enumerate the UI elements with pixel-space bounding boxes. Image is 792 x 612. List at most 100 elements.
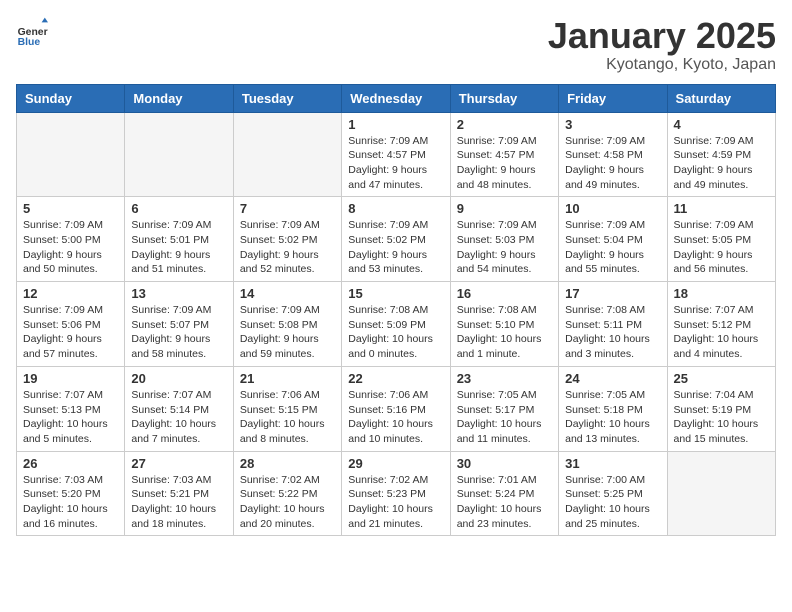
weekday-header-thursday: Thursday: [450, 84, 558, 112]
empty-cell: [667, 451, 775, 536]
day-number: 4: [674, 117, 769, 132]
weekday-header-sunday: Sunday: [17, 84, 125, 112]
day-number: 14: [240, 286, 335, 301]
weekday-header-monday: Monday: [125, 84, 233, 112]
calendar-day-cell: 3 Sunrise: 7:09 AMSunset: 4:58 PMDayligh…: [559, 112, 667, 197]
day-number: 25: [674, 371, 769, 386]
day-info: Sunrise: 7:08 AMSunset: 5:10 PMDaylight:…: [457, 303, 552, 362]
day-number: 28: [240, 456, 335, 471]
calendar-day-cell: 2 Sunrise: 7:09 AMSunset: 4:57 PMDayligh…: [450, 112, 558, 197]
day-info: Sunrise: 7:09 AMSunset: 4:57 PMDaylight:…: [348, 134, 443, 193]
day-number: 26: [23, 456, 118, 471]
day-info: Sunrise: 7:01 AMSunset: 5:24 PMDaylight:…: [457, 473, 552, 532]
day-info: Sunrise: 7:00 AMSunset: 5:25 PMDaylight:…: [565, 473, 660, 532]
calendar-day-cell: 31 Sunrise: 7:00 AMSunset: 5:25 PMDaylig…: [559, 451, 667, 536]
day-number: 17: [565, 286, 660, 301]
logo-icon: General Blue: [16, 16, 48, 48]
day-number: 6: [131, 201, 226, 216]
calendar-day-cell: 21 Sunrise: 7:06 AMSunset: 5:15 PMDaylig…: [233, 366, 341, 451]
day-number: 24: [565, 371, 660, 386]
calendar-day-cell: 19 Sunrise: 7:07 AMSunset: 5:13 PMDaylig…: [17, 366, 125, 451]
day-number: 18: [674, 286, 769, 301]
page-header: General Blue January 2025 Kyotango, Kyot…: [16, 16, 776, 74]
calendar-day-cell: 16 Sunrise: 7:08 AMSunset: 5:10 PMDaylig…: [450, 282, 558, 367]
calendar-day-cell: 1 Sunrise: 7:09 AMSunset: 4:57 PMDayligh…: [342, 112, 450, 197]
day-info: Sunrise: 7:09 AMSunset: 4:58 PMDaylight:…: [565, 134, 660, 193]
calendar-day-cell: 14 Sunrise: 7:09 AMSunset: 5:08 PMDaylig…: [233, 282, 341, 367]
day-info: Sunrise: 7:04 AMSunset: 5:19 PMDaylight:…: [674, 388, 769, 447]
day-info: Sunrise: 7:09 AMSunset: 4:57 PMDaylight:…: [457, 134, 552, 193]
day-info: Sunrise: 7:09 AMSunset: 5:08 PMDaylight:…: [240, 303, 335, 362]
calendar-day-cell: 12 Sunrise: 7:09 AMSunset: 5:06 PMDaylig…: [17, 282, 125, 367]
day-info: Sunrise: 7:09 AMSunset: 5:01 PMDaylight:…: [131, 218, 226, 277]
day-number: 2: [457, 117, 552, 132]
calendar-day-cell: 9 Sunrise: 7:09 AMSunset: 5:03 PMDayligh…: [450, 197, 558, 282]
day-number: 30: [457, 456, 552, 471]
calendar-day-cell: 11 Sunrise: 7:09 AMSunset: 5:05 PMDaylig…: [667, 197, 775, 282]
calendar-week-row: 26 Sunrise: 7:03 AMSunset: 5:20 PMDaylig…: [17, 451, 776, 536]
day-info: Sunrise: 7:06 AMSunset: 5:15 PMDaylight:…: [240, 388, 335, 447]
calendar-day-cell: 24 Sunrise: 7:05 AMSunset: 5:18 PMDaylig…: [559, 366, 667, 451]
calendar-day-cell: 27 Sunrise: 7:03 AMSunset: 5:21 PMDaylig…: [125, 451, 233, 536]
calendar-day-cell: 10 Sunrise: 7:09 AMSunset: 5:04 PMDaylig…: [559, 197, 667, 282]
calendar-week-row: 5 Sunrise: 7:09 AMSunset: 5:00 PMDayligh…: [17, 197, 776, 282]
weekday-header-wednesday: Wednesday: [342, 84, 450, 112]
weekday-header-row: SundayMondayTuesdayWednesdayThursdayFrid…: [17, 84, 776, 112]
day-number: 27: [131, 456, 226, 471]
empty-cell: [125, 112, 233, 197]
calendar-title: January 2025: [548, 16, 776, 56]
title-section: January 2025 Kyotango, Kyoto, Japan: [548, 16, 776, 74]
day-number: 12: [23, 286, 118, 301]
calendar-day-cell: 5 Sunrise: 7:09 AMSunset: 5:00 PMDayligh…: [17, 197, 125, 282]
calendar-day-cell: 28 Sunrise: 7:02 AMSunset: 5:22 PMDaylig…: [233, 451, 341, 536]
day-number: 22: [348, 371, 443, 386]
day-number: 8: [348, 201, 443, 216]
day-number: 16: [457, 286, 552, 301]
day-number: 1: [348, 117, 443, 132]
svg-text:Blue: Blue: [18, 37, 41, 48]
day-info: Sunrise: 7:09 AMSunset: 5:05 PMDaylight:…: [674, 218, 769, 277]
calendar-day-cell: 4 Sunrise: 7:09 AMSunset: 4:59 PMDayligh…: [667, 112, 775, 197]
day-info: Sunrise: 7:03 AMSunset: 5:21 PMDaylight:…: [131, 473, 226, 532]
day-info: Sunrise: 7:07 AMSunset: 5:12 PMDaylight:…: [674, 303, 769, 362]
day-info: Sunrise: 7:05 AMSunset: 5:18 PMDaylight:…: [565, 388, 660, 447]
day-info: Sunrise: 7:09 AMSunset: 5:02 PMDaylight:…: [348, 218, 443, 277]
calendar-day-cell: 30 Sunrise: 7:01 AMSunset: 5:24 PMDaylig…: [450, 451, 558, 536]
day-info: Sunrise: 7:07 AMSunset: 5:13 PMDaylight:…: [23, 388, 118, 447]
calendar-subtitle: Kyotango, Kyoto, Japan: [548, 56, 776, 74]
calendar-day-cell: 7 Sunrise: 7:09 AMSunset: 5:02 PMDayligh…: [233, 197, 341, 282]
day-info: Sunrise: 7:09 AMSunset: 4:59 PMDaylight:…: [674, 134, 769, 193]
day-info: Sunrise: 7:08 AMSunset: 5:11 PMDaylight:…: [565, 303, 660, 362]
day-info: Sunrise: 7:02 AMSunset: 5:23 PMDaylight:…: [348, 473, 443, 532]
day-info: Sunrise: 7:09 AMSunset: 5:03 PMDaylight:…: [457, 218, 552, 277]
empty-cell: [17, 112, 125, 197]
calendar-day-cell: 23 Sunrise: 7:05 AMSunset: 5:17 PMDaylig…: [450, 366, 558, 451]
weekday-header-friday: Friday: [559, 84, 667, 112]
day-number: 11: [674, 201, 769, 216]
day-info: Sunrise: 7:09 AMSunset: 5:07 PMDaylight:…: [131, 303, 226, 362]
calendar-table: SundayMondayTuesdayWednesdayThursdayFrid…: [16, 84, 776, 537]
calendar-day-cell: 26 Sunrise: 7:03 AMSunset: 5:20 PMDaylig…: [17, 451, 125, 536]
day-info: Sunrise: 7:05 AMSunset: 5:17 PMDaylight:…: [457, 388, 552, 447]
day-number: 15: [348, 286, 443, 301]
day-info: Sunrise: 7:07 AMSunset: 5:14 PMDaylight:…: [131, 388, 226, 447]
day-number: 9: [457, 201, 552, 216]
day-info: Sunrise: 7:03 AMSunset: 5:20 PMDaylight:…: [23, 473, 118, 532]
calendar-day-cell: 17 Sunrise: 7:08 AMSunset: 5:11 PMDaylig…: [559, 282, 667, 367]
day-info: Sunrise: 7:06 AMSunset: 5:16 PMDaylight:…: [348, 388, 443, 447]
calendar-day-cell: 6 Sunrise: 7:09 AMSunset: 5:01 PMDayligh…: [125, 197, 233, 282]
day-info: Sunrise: 7:09 AMSunset: 5:04 PMDaylight:…: [565, 218, 660, 277]
day-info: Sunrise: 7:08 AMSunset: 5:09 PMDaylight:…: [348, 303, 443, 362]
calendar-day-cell: 15 Sunrise: 7:08 AMSunset: 5:09 PMDaylig…: [342, 282, 450, 367]
calendar-week-row: 12 Sunrise: 7:09 AMSunset: 5:06 PMDaylig…: [17, 282, 776, 367]
logo: General Blue: [16, 16, 48, 48]
weekday-header-tuesday: Tuesday: [233, 84, 341, 112]
day-info: Sunrise: 7:09 AMSunset: 5:02 PMDaylight:…: [240, 218, 335, 277]
day-number: 29: [348, 456, 443, 471]
day-number: 5: [23, 201, 118, 216]
calendar-day-cell: 22 Sunrise: 7:06 AMSunset: 5:16 PMDaylig…: [342, 366, 450, 451]
calendar-day-cell: 18 Sunrise: 7:07 AMSunset: 5:12 PMDaylig…: [667, 282, 775, 367]
calendar-day-cell: 29 Sunrise: 7:02 AMSunset: 5:23 PMDaylig…: [342, 451, 450, 536]
day-number: 21: [240, 371, 335, 386]
calendar-week-row: 19 Sunrise: 7:07 AMSunset: 5:13 PMDaylig…: [17, 366, 776, 451]
